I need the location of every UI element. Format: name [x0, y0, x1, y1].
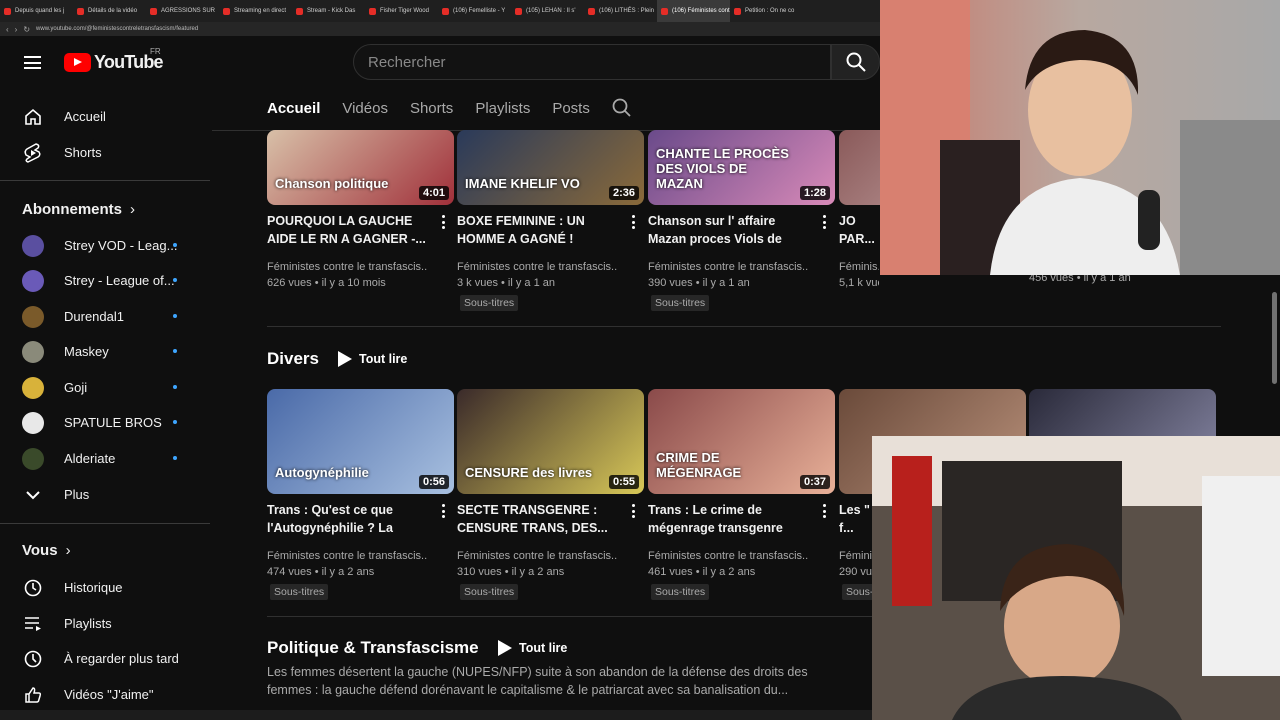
video-views: 310 vues • il y a 2 ans — [457, 566, 565, 578]
sidebar-item-subscription[interactable]: Alderiate — [0, 440, 210, 476]
sidebar-item-label: SPATULE BROS — [64, 414, 162, 430]
sidebar-item-watch-later[interactable]: À regarder plus tard — [0, 640, 210, 676]
subtitles-badge: Sous-t — [842, 584, 876, 600]
channel-avatar — [22, 412, 44, 434]
new-content-dot — [173, 456, 177, 460]
section-title-politique: Politique & Transfascisme — [267, 638, 479, 657]
play-all-label: Tout lire — [359, 352, 408, 366]
section-description: Les femmes désertent la gauche (NUPES/NF… — [267, 665, 808, 697]
like-icon — [22, 684, 44, 706]
webcam-overlay-bottom — [872, 436, 1280, 720]
channel-avatar — [22, 377, 44, 399]
subtitles-badge: Sous-titres — [460, 584, 519, 600]
play-all-button-politique[interactable]: Tout lire — [497, 639, 567, 657]
subtitles-badge: Sous-titres — [270, 584, 329, 600]
chevron-right-icon: › — [65, 542, 71, 559]
video-views: 5,1 k vues • il y a 1 an — [839, 277, 879, 289]
playlists-icon — [22, 613, 44, 635]
history-icon — [22, 577, 44, 599]
sidebar-item-subscription[interactable]: Maskey — [0, 333, 210, 369]
webcam-overlay-top — [880, 0, 1280, 275]
sidebar-item-label: Vidéos "J'aime" — [64, 686, 154, 702]
section-divider — [267, 326, 1221, 327]
sidebar-item-label: Goji — [64, 379, 88, 395]
play-all-button-divers[interactable]: Tout lire — [337, 350, 407, 368]
video-views: 461 vues • il y a 2 ans — [648, 566, 756, 578]
channel-avatar — [22, 448, 44, 470]
clipped-card: JO PAR... MACRO... Féminis... 5,1 k vues •… — [0, 0, 880, 320]
video-thumbnail[interactable]: CENSURE des livres 0:55 — [457, 389, 644, 494]
video-channel[interactable]: Féminis... — [839, 259, 879, 275]
sidebar-item-label: Maskey — [64, 343, 109, 359]
you-heading[interactable]: Vous › — [22, 542, 71, 559]
video-channel[interactable]: Féministes contre le transfascis... — [457, 548, 617, 564]
sidebar-item-subscription[interactable]: Goji — [0, 369, 210, 405]
video-title[interactable]: SECTE TRANSGENRE : CENSURE TRANS, DES... — [457, 501, 625, 537]
video-channel[interactable]: Féministes contre le transfascis... — [267, 548, 427, 564]
thumbnail-text: Autogynéphilie — [275, 465, 369, 480]
sidebar-item-label: Alderiate — [64, 450, 116, 466]
sidebar-item-liked-videos[interactable]: Vidéos "J'aime" — [0, 676, 210, 712]
play-icon — [338, 351, 352, 367]
video-thumbnail[interactable] — [839, 130, 880, 205]
video-thumbnail[interactable]: CRIME DE MÉGENRAGE 0:37 — [648, 389, 835, 494]
new-content-dot — [173, 420, 177, 424]
play-icon — [498, 640, 512, 656]
video-title[interactable]: Trans : Qu'est ce que l'Autogynéphilie ?… — [267, 501, 435, 537]
video-thumbnail[interactable]: Autogynéphilie 0:56 — [267, 389, 454, 494]
video-duration: 0:56 — [418, 475, 449, 489]
sidebar-item-playlists[interactable]: Playlists — [0, 605, 210, 641]
subtitles-badge: Sous-titres — [651, 584, 710, 600]
chevron-down-icon — [22, 484, 44, 506]
sidebar-item-history[interactable]: Historique — [0, 569, 210, 605]
sidebar-item-label: À regarder plus tard — [64, 650, 179, 666]
page-scrollbar[interactable] — [1272, 292, 1277, 384]
sidebar-item-subscription[interactable]: SPATULE BROS — [0, 404, 210, 440]
thumbnail-text: CRIME DE MÉGENRAGE — [656, 450, 742, 480]
sidebar-item-label: Plus — [64, 486, 90, 502]
more-options-icon[interactable] — [822, 504, 826, 518]
more-options-icon[interactable] — [441, 504, 445, 518]
new-content-dot — [173, 349, 177, 353]
sidebar-item-label: Playlists — [64, 615, 112, 631]
video-title[interactable]: JO PAR... MACRO... — [839, 212, 879, 248]
thumbnail-text: CENSURE des livres — [465, 465, 593, 480]
video-duration: 0:55 — [608, 475, 639, 489]
video-channel[interactable]: Féministes contre le transfascis... — [648, 548, 808, 564]
video-views: 474 vues • il y a 2 ans — [267, 566, 375, 578]
video-duration: 0:37 — [799, 475, 830, 489]
video-title[interactable]: Trans : Le crime de mégenrage transgenre — [648, 501, 816, 537]
you-title: Vous — [22, 542, 58, 559]
watch-later-icon — [22, 648, 44, 670]
sidebar-divider — [0, 523, 210, 524]
sidebar-item-label: Historique — [64, 579, 123, 595]
channel-avatar — [22, 341, 44, 363]
play-all-label: Tout lire — [519, 641, 568, 655]
more-options-icon[interactable] — [631, 504, 635, 518]
os-taskbar — [0, 710, 872, 720]
section-title-divers: Divers — [267, 349, 319, 368]
sidebar-item-more[interactable]: Plus — [0, 476, 210, 512]
new-content-dot — [173, 385, 177, 389]
